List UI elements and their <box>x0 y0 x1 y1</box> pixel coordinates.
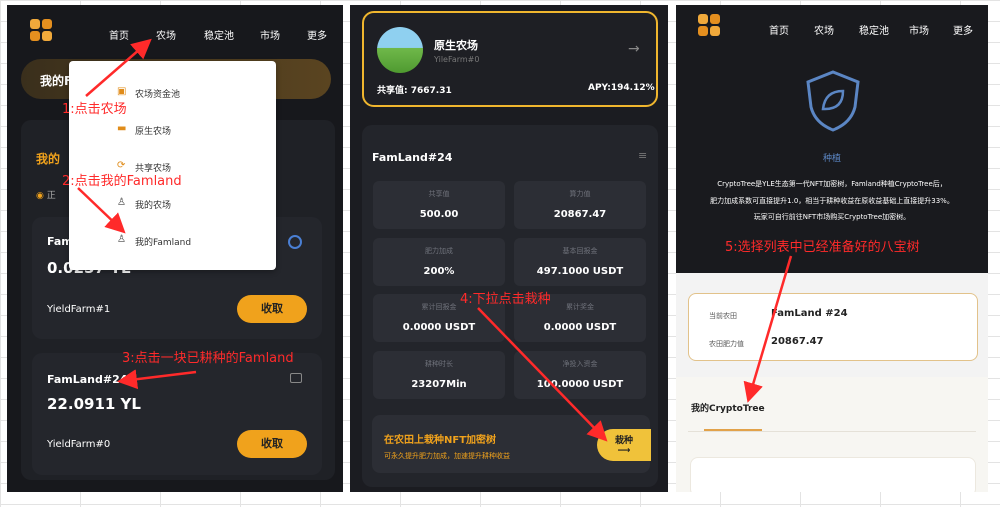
land-name: FamLand#24 <box>47 373 128 386</box>
promo-title: 在农田上栽种NFT加密树 <box>384 435 497 446</box>
annotation-step-3: 3:点击一块已耕种的Famland <box>122 351 294 366</box>
menu-item-my-farm[interactable]: 我的农场 <box>135 198 171 211</box>
land-farm: YieldFarm#0 <box>47 439 111 450</box>
plant-button[interactable]: 栽种 ⟶ <box>597 429 651 461</box>
section-title: 我的 <box>36 152 61 166</box>
share-icon[interactable] <box>290 373 302 383</box>
nav-market[interactable]: 市场 <box>909 22 929 37</box>
harvest-button[interactable]: 收取 <box>237 295 307 323</box>
current-land-card: 当前农田 FamLand #24 农田肥力值 20867.47 <box>688 293 978 361</box>
nav-stable-pool[interactable]: 稳定池 <box>859 22 889 37</box>
land-title: FamLand#24 <box>372 151 453 164</box>
nav-more[interactable]: 更多 <box>307 27 327 42</box>
farm-image <box>377 27 423 73</box>
app-logo-icon <box>30 19 54 43</box>
menu-item-farm-pool[interactable]: 农场资金池 <box>135 87 180 100</box>
tree-list[interactable] <box>690 457 976 492</box>
nav-market[interactable]: 市场 <box>260 27 280 42</box>
plant-heading: 种植 <box>822 154 841 164</box>
divider <box>688 431 976 432</box>
land-card-2[interactable]: FamLand#24 22.0911 YL YieldFarm#0 收取 <box>32 353 322 475</box>
annotation-step-5: 5:选择列表中已经准备好的八宝树 <box>725 240 920 255</box>
apy-value: APY:194.12% <box>588 83 655 93</box>
plant-desc-2: 肥力加成系数可直接提升1.0，相当于耕种收益在原收益基础上直接提升33%。 <box>710 197 954 205</box>
stat-share: 共享值 500.00 <box>373 181 505 229</box>
promo-subtitle: 可永久提升肥力加成，加速提升耕种收益 <box>384 452 510 460</box>
plant-desc-1: CryptoTree是YLE生态第一代NFT加密树，Famland种植Crypt… <box>717 180 947 188</box>
farm-name: 原生农场 <box>434 39 478 52</box>
my-tree-section: 我的CryptoTree <box>676 377 988 492</box>
farm-subtitle: YileFarm#0 <box>434 55 480 64</box>
nav-stable-pool[interactable]: 稳定池 <box>204 27 234 42</box>
app-logo-icon <box>698 14 722 38</box>
user-icon: ♙ <box>117 197 126 208</box>
stat-power: 算力值 20867.47 <box>514 181 646 229</box>
farm-dropdown-menu: ▣ 农场资金池 ▬ 原生农场 ⟳ 共享农场 ♙ 我的农场 ♙ 我的Famland <box>69 61 276 270</box>
user-icon: ♙ <box>117 234 126 245</box>
share-value: 共享值: 7667.31 <box>377 86 452 96</box>
stat-fertility: 肥力加成 200% <box>373 238 505 286</box>
arrow-right-icon[interactable]: → <box>628 41 640 57</box>
stat-base-return: 基本回报金 497.1000 USDT <box>514 238 646 286</box>
stat-duration: 耕种时长 23207Min <box>373 351 505 399</box>
nav-home[interactable]: 首页 <box>769 22 789 37</box>
screen-my-famland: 首页 农场 稳定池 市场 更多 我的Far 我的 ◉ 正 FamLand#78 … <box>7 5 343 492</box>
refresh-icon[interactable] <box>288 235 302 249</box>
harvest-button[interactable]: 收取 <box>237 430 307 458</box>
nav-more[interactable]: 更多 <box>953 22 973 37</box>
menu-icon[interactable]: ≡ <box>638 149 647 162</box>
menu-item-my-famland[interactable]: 我的Famland <box>135 235 191 248</box>
screen-famland-detail: 原生农场 YileFarm#0 → 共享值: 7667.31 APY:194.1… <box>350 5 668 492</box>
pool-icon: ▣ <box>117 86 127 97</box>
menu-item-native-farm[interactable]: 原生农场 <box>135 124 171 137</box>
fertility-value: 20867.47 <box>771 336 824 347</box>
annotation-step-1: 1:点击农场 <box>62 102 127 117</box>
plant-header: 首页 农场 稳定池 市场 更多 种植 CryptoTree是YLE生态第一代NF… <box>676 5 988 273</box>
stat-net-investment: 净投入资金 100.0000 USDT <box>514 351 646 399</box>
status-filter[interactable]: ◉ 正 <box>36 188 56 201</box>
plant-desc-3: 玩家可自行前往NFT市场购买CryptoTree加密树。 <box>753 213 911 221</box>
shield-leaf-icon <box>806 70 860 132</box>
nav-home[interactable]: 首页 <box>109 27 129 42</box>
nav-farm[interactable]: 农场 <box>156 27 176 42</box>
fertility-label: 农田肥力值 <box>709 340 744 348</box>
land-amount: 22.0911 YL <box>47 395 141 413</box>
current-land-label: 当前农田 <box>709 312 737 320</box>
my-tree-title: 我的CryptoTree <box>691 404 765 414</box>
plant-promo: 在农田上栽种NFT加密树 可永久提升肥力加成，加速提升耕种收益 栽种 ⟶ <box>372 415 651 473</box>
nav-farm[interactable]: 农场 <box>814 22 834 37</box>
annotation-step-2: 2:点击我的Famland <box>62 174 182 189</box>
land-farm: YieldFarm#1 <box>47 304 111 315</box>
farm-icon: ▬ <box>117 123 127 134</box>
farm-card[interactable]: 原生农场 YileFarm#0 → 共享值: 7667.31 APY:194.1… <box>362 11 658 107</box>
annotation-step-4: 4:下拉点击栽种 <box>460 292 551 307</box>
current-land-value: FamLand #24 <box>771 308 848 319</box>
